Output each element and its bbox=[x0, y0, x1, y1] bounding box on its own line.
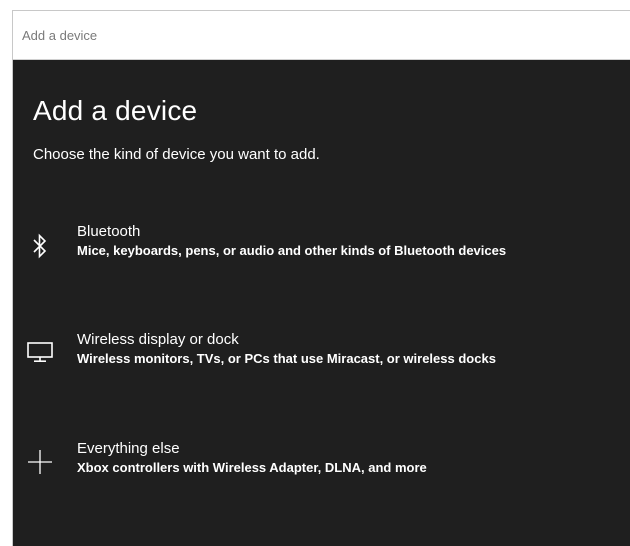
bluetooth-icon bbox=[24, 230, 56, 262]
option-wireless-display[interactable]: Wireless display or dock Wireless monito… bbox=[21, 330, 626, 390]
option-description: Mice, keyboards, pens, or audio and othe… bbox=[77, 243, 507, 258]
plus-icon bbox=[24, 446, 56, 478]
option-title: Bluetooth bbox=[77, 223, 141, 240]
option-wireless-display-text: Wireless display or dock Wireless monito… bbox=[77, 330, 496, 368]
page-title: Add a device bbox=[33, 95, 198, 126]
option-bluetooth[interactable]: Bluetooth Mice, keyboards, pens, or audi… bbox=[21, 222, 626, 282]
option-everything-else[interactable]: Everything else Xbox controllers with Wi… bbox=[21, 439, 626, 499]
page-subtitle: Choose the kind of device you want to ad… bbox=[33, 146, 320, 163]
option-title: Wireless display or dock bbox=[77, 331, 239, 348]
option-bluetooth-text: Bluetooth Mice, keyboards, pens, or audi… bbox=[77, 222, 506, 260]
main-content: Add a device Choose the kind of device y… bbox=[13, 60, 630, 165]
title-bar[interactable]: Add a device bbox=[13, 11, 630, 60]
window-title: Add a device bbox=[22, 27, 98, 43]
option-description: Xbox controllers with Wireless Adapter, … bbox=[77, 460, 427, 475]
option-description: Wireless monitors, TVs, or PCs that use … bbox=[77, 351, 496, 366]
add-device-window: Add a device Add a device Choose the kin… bbox=[12, 10, 630, 546]
option-everything-else-text: Everything else Xbox controllers with Wi… bbox=[77, 439, 427, 477]
monitor-icon bbox=[24, 336, 56, 368]
option-title: Everything else bbox=[77, 440, 180, 457]
